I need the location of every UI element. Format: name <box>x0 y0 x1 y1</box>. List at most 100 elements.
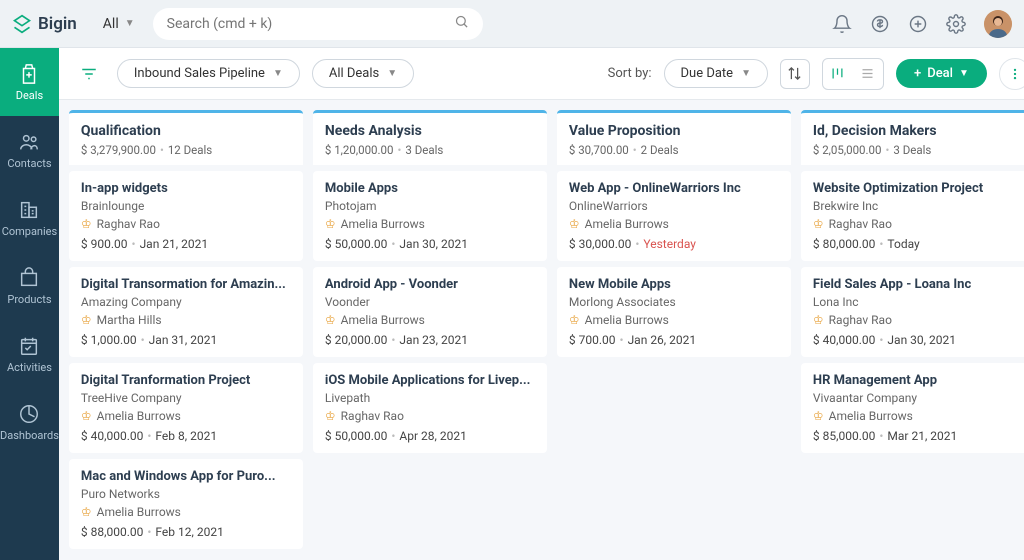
deal-title: Field Sales App - Loana Inc <box>813 277 1023 292</box>
column-title: Id, Decision Makers <box>813 123 1023 139</box>
companies-icon <box>18 199 40 221</box>
deal-btn-label: Deal <box>927 66 953 81</box>
sidebar-item-products[interactable]: Products <box>0 252 59 320</box>
deal-card[interactable]: New Mobile Apps Morlong Associates ♔Amel… <box>557 267 791 357</box>
deal-owner: ♔Raghav Rao <box>325 409 535 423</box>
deal-company: Puro Networks <box>81 487 291 501</box>
new-deal-button[interactable]: +Deal▼ <box>896 59 987 88</box>
search-icon <box>454 14 469 33</box>
sidebar-item-activities[interactable]: Activities <box>0 320 59 388</box>
activities-icon <box>18 335 40 357</box>
column-header[interactable]: Value Proposition$ 30,700.00•2 Deals <box>557 110 791 165</box>
kanban-view-icon[interactable] <box>823 59 853 89</box>
filter-icon[interactable] <box>73 58 105 90</box>
deal-footer: $ 80,000.00•Today <box>813 237 1023 251</box>
deal-card[interactable]: iOS Mobile Applications for Livep... Liv… <box>313 363 547 453</box>
deal-footer: $ 700.00•Jan 26, 2021 <box>569 333 779 347</box>
currency-icon[interactable] <box>870 14 890 34</box>
crown-icon: ♔ <box>813 217 824 231</box>
list-view-icon[interactable] <box>853 59 883 89</box>
sidebar-item-deals[interactable]: Deals <box>0 48 59 116</box>
bell-icon[interactable] <box>832 14 852 34</box>
crown-icon: ♔ <box>813 313 824 327</box>
sort-dropdown[interactable]: Due Date▼ <box>664 59 768 88</box>
user-avatar[interactable] <box>984 10 1012 38</box>
chevron-down-icon: ▼ <box>125 18 135 29</box>
search-bar[interactable] <box>153 8 483 40</box>
sidebar-label: Deals <box>16 89 43 102</box>
sidebar-item-companies[interactable]: Companies <box>0 184 59 252</box>
column-header[interactable]: Needs Analysis $ 1,20,000.00•3 Deals <box>313 110 547 165</box>
column-header[interactable]: Id, Decision Makers$ 2,05,000.00•3 Deals <box>801 110 1024 165</box>
logo-icon <box>12 14 32 34</box>
deal-title: Mac and Windows App for Puro... <box>81 469 291 484</box>
crown-icon: ♔ <box>81 313 92 327</box>
gear-icon[interactable] <box>946 14 966 34</box>
kanban-column: Value Proposition$ 30,700.00•2 Deals Web … <box>557 110 791 550</box>
deal-title: Mobile Apps <box>325 181 535 196</box>
crown-icon: ♔ <box>569 313 580 327</box>
deal-owner: ♔Amelia Burrows <box>569 313 779 327</box>
pipeline-dropdown[interactable]: Inbound Sales Pipeline▼ <box>117 59 300 88</box>
deal-card[interactable]: In-app widgets Brainlounge ♔Raghav Rao $… <box>69 171 303 261</box>
sidebar-item-dashboards[interactable]: Dashboards <box>0 388 59 456</box>
crown-icon: ♔ <box>569 217 580 231</box>
deal-owner: ♔Raghav Rao <box>813 217 1023 231</box>
sort-direction-icon[interactable] <box>780 59 810 89</box>
deal-owner: ♔Amelia Burrows <box>81 409 291 423</box>
column-title: Qualification <box>81 123 291 139</box>
column-title: Needs Analysis <box>325 123 535 139</box>
deal-company: OnlineWarriors <box>569 199 779 213</box>
deal-card[interactable]: Mac and Windows App for Puro... Puro Net… <box>69 459 303 549</box>
crown-icon: ♔ <box>325 409 336 423</box>
deal-company: Vivaantar Company <box>813 391 1023 405</box>
view-toggle <box>822 58 884 90</box>
deal-owner: ♔Amelia Burrows <box>325 313 535 327</box>
deals-filter-dropdown[interactable]: All Deals▼ <box>312 59 414 88</box>
module-dropdown-label: All <box>103 16 119 32</box>
sort-by-label: Sort by: <box>608 66 652 81</box>
deal-footer: $ 85,000.00•Mar 21, 2021 <box>813 429 1023 443</box>
deal-card[interactable]: Field Sales App - Loana Inc Lona Inc ♔Ra… <box>801 267 1024 357</box>
crown-icon: ♔ <box>81 217 92 231</box>
deal-card[interactable]: Mobile Apps Photojam ♔Amelia Burrows $ 5… <box>313 171 547 261</box>
sidebar-item-contacts[interactable]: Contacts <box>0 116 59 184</box>
contacts-icon <box>18 131 40 153</box>
search-input[interactable] <box>167 16 454 32</box>
crown-icon: ♔ <box>325 313 336 327</box>
deal-company: Brekwire Inc <box>813 199 1023 213</box>
deal-footer: $ 20,000.00•Jan 23, 2021 <box>325 333 535 347</box>
deal-company: Brainlounge <box>81 199 291 213</box>
crown-icon: ♔ <box>81 409 92 423</box>
sidebar-label: Companies <box>2 225 58 238</box>
brand-name: Bigin <box>38 14 77 34</box>
column-meta: $ 1,20,000.00•3 Deals <box>325 143 535 157</box>
brand-logo[interactable]: Bigin <box>12 14 77 34</box>
module-dropdown[interactable]: All ▼ <box>93 10 145 38</box>
deal-company: Voonder <box>325 295 535 309</box>
column-header[interactable]: Qualification$ 3,279,900.00•12 Deals <box>69 110 303 165</box>
deal-footer: $ 50,000.00•Apr 28, 2021 <box>325 429 535 443</box>
deal-footer: $ 1,000.00•Jan 31, 2021 <box>81 333 291 347</box>
column-meta: $ 30,700.00•2 Deals <box>569 143 779 157</box>
deal-card[interactable]: Digital Tranformation Project TreeHive C… <box>69 363 303 453</box>
cards-container: Mobile Apps Photojam ♔Amelia Burrows $ 5… <box>313 171 547 453</box>
deal-footer: $ 900.00•Jan 21, 2021 <box>81 237 291 251</box>
deal-company: Amazing Company <box>81 295 291 309</box>
deal-owner: ♔Martha Hills <box>81 313 291 327</box>
plus-circle-icon[interactable] <box>908 14 928 34</box>
products-icon <box>18 267 40 289</box>
deal-owner: ♔Amelia Burrows <box>813 409 1023 423</box>
deal-card[interactable]: HR Management App Vivaantar Company ♔Ame… <box>801 363 1024 453</box>
deal-title: Website Optimization Project <box>813 181 1023 196</box>
more-menu-icon[interactable] <box>999 58 1024 90</box>
deal-owner: ♔Amelia Burrows <box>569 217 779 231</box>
deal-card[interactable]: Digital Transormation for Amazin... Amaz… <box>69 267 303 357</box>
deal-company: Livepath <box>325 391 535 405</box>
deal-company: TreeHive Company <box>81 391 291 405</box>
deal-card[interactable]: Android App - Voonder Voonder ♔Amelia Bu… <box>313 267 547 357</box>
deals-icon <box>18 63 40 85</box>
deal-card[interactable]: Website Optimization Project Brekwire In… <box>801 171 1024 261</box>
deal-card[interactable]: Web App - OnlineWarriors Inc OnlineWarri… <box>557 171 791 261</box>
cards-container: In-app widgets Brainlounge ♔Raghav Rao $… <box>69 171 303 549</box>
